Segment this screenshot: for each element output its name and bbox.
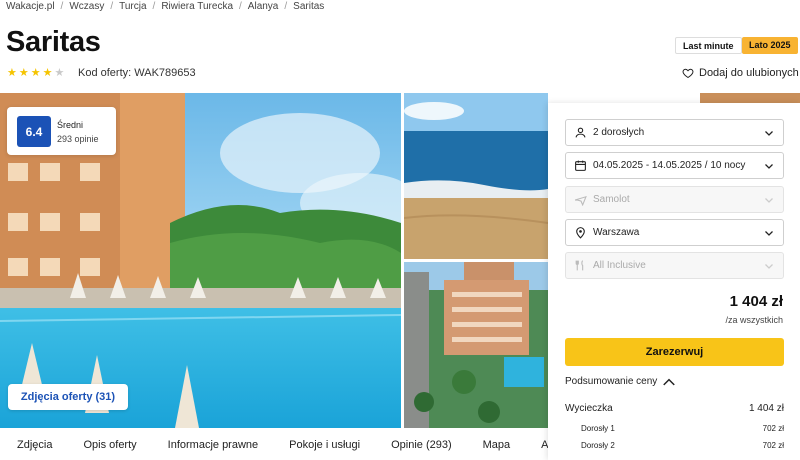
departure-select[interactable]: Warszawa: [565, 219, 784, 246]
plane-icon: [573, 193, 587, 207]
total-price: 1 404 zł: [729, 293, 783, 310]
board-value: All Inclusive: [593, 260, 646, 271]
tab-map[interactable]: Mapa: [466, 439, 525, 451]
last-minute-badge: Last minute: [675, 37, 742, 54]
aerial-scene-image: [404, 262, 548, 428]
travellers-select[interactable]: 2 dorosłych: [565, 119, 784, 146]
breadcrumb-city[interactable]: Alanya: [248, 1, 279, 12]
rating-card[interactable]: 6.4 Średni 293 opinie: [7, 107, 116, 155]
booking-panel: 2 dorosłych 04.05.2025 - 14.05.2025 / 10…: [548, 103, 800, 460]
favorites-label: Dodaj do ulubionych: [699, 67, 799, 79]
dates-select[interactable]: 04.05.2025 - 14.05.2025 / 10 nocy: [565, 152, 784, 179]
price-summary-toggle[interactable]: Podsumowanie ceny: [565, 376, 676, 387]
transport-select: Samolot: [565, 186, 784, 213]
calendar-icon: [573, 159, 587, 173]
adult1-price: 702 zł: [762, 424, 784, 433]
star-icon: ★: [42, 67, 53, 79]
aerial-photo[interactable]: [404, 262, 548, 428]
departure-value: Warszawa: [593, 227, 640, 238]
breadcrumb-separator: /: [152, 1, 156, 12]
fork-knife-icon: [573, 259, 587, 273]
tab-rooms-services[interactable]: Pokoje i usługi: [272, 439, 374, 451]
breadcrumb: Wakacje.pl / Wczasy / Turcja / Riwiera Ture…: [6, 1, 324, 12]
star-icon: ★: [30, 67, 41, 79]
book-button[interactable]: Zarezerwuj: [565, 338, 784, 366]
tab-legal-info[interactable]: Informacje prawne: [151, 439, 273, 451]
dates-value: 04.05.2025 - 14.05.2025 / 10 nocy: [593, 160, 746, 171]
breadcrumb-country[interactable]: Turcja: [119, 1, 146, 12]
rating-label: Średni: [57, 120, 84, 130]
beach-photo[interactable]: [404, 93, 548, 259]
breadcrumb-hotel: Saritas: [293, 1, 325, 12]
offer-tabs: Zdjęcia Opis oferty Informacje prawne Po…: [0, 429, 548, 460]
trip-price: 1 404 zł: [748, 403, 784, 414]
trip-label: Wycieczka: [565, 403, 613, 414]
breadcrumb-separator: /: [110, 1, 114, 12]
chevron-down-icon: [765, 231, 773, 236]
star-icon: ★: [7, 67, 17, 79]
add-to-favorites-button[interactable]: Dodaj do ulubionych: [682, 67, 799, 79]
transport-value: Samolot: [593, 194, 630, 205]
adult-price-row: Dorosły 1 702 zł: [565, 424, 784, 433]
breadcrumb-separator: /: [60, 1, 64, 12]
location-pin-icon: [573, 226, 587, 240]
chevron-down-icon: [765, 164, 773, 169]
adult2-label: Dorosły 2: [581, 441, 615, 450]
chevron-down-icon: [765, 264, 773, 269]
gallery-thumbnail[interactable]: [700, 93, 800, 103]
rating-score: 6.4: [17, 116, 51, 147]
adult-price-row: Dorosły 2 702 zł: [565, 441, 784, 450]
beach-scene-image: [404, 93, 548, 259]
trip-price-row: Wycieczka 1 404 zł: [565, 403, 784, 414]
price-note: /za wszystkich: [725, 315, 783, 325]
hotel-stars: ★ ★ ★ ★ ★: [7, 68, 64, 79]
price-summary-label: Podsumowanie ceny: [565, 376, 658, 387]
breadcrumb-separator: /: [239, 1, 242, 12]
chevron-down-icon: [765, 198, 773, 203]
person-icon: [573, 126, 587, 140]
offer-code: Kod oferty: WAK789653: [78, 67, 196, 79]
season-badge: Lato 2025: [742, 37, 798, 54]
tab-reviews[interactable]: Opinie (293): [374, 439, 466, 451]
adult2-price: 702 zł: [762, 441, 784, 450]
tab-attractions[interactable]: Atrakcje: [524, 439, 548, 451]
heart-icon: [682, 68, 694, 79]
breadcrumb-wczasy[interactable]: Wczasy: [69, 1, 104, 12]
adult1-label: Dorosły 1: [581, 424, 615, 433]
tab-description[interactable]: Opis oferty: [66, 439, 150, 451]
breadcrumb-separator: /: [284, 1, 288, 12]
page-title: Saritas: [6, 26, 101, 58]
travellers-value: 2 dorosłych: [593, 127, 645, 138]
board-select: All Inclusive: [565, 252, 784, 279]
breadcrumb-home[interactable]: Wakacje.pl: [6, 1, 55, 12]
rating-count: 293 opinie: [57, 134, 99, 144]
photos-button[interactable]: Zdjęcia oferty (31): [8, 384, 128, 410]
chevron-down-icon: [765, 131, 773, 136]
tab-photos[interactable]: Zdjęcia: [0, 439, 66, 451]
star-empty-icon: ★: [54, 67, 65, 79]
star-icon: ★: [18, 67, 29, 79]
chevron-up-icon: [663, 378, 676, 385]
breadcrumb-region[interactable]: Riwiera Turecka: [161, 1, 233, 12]
